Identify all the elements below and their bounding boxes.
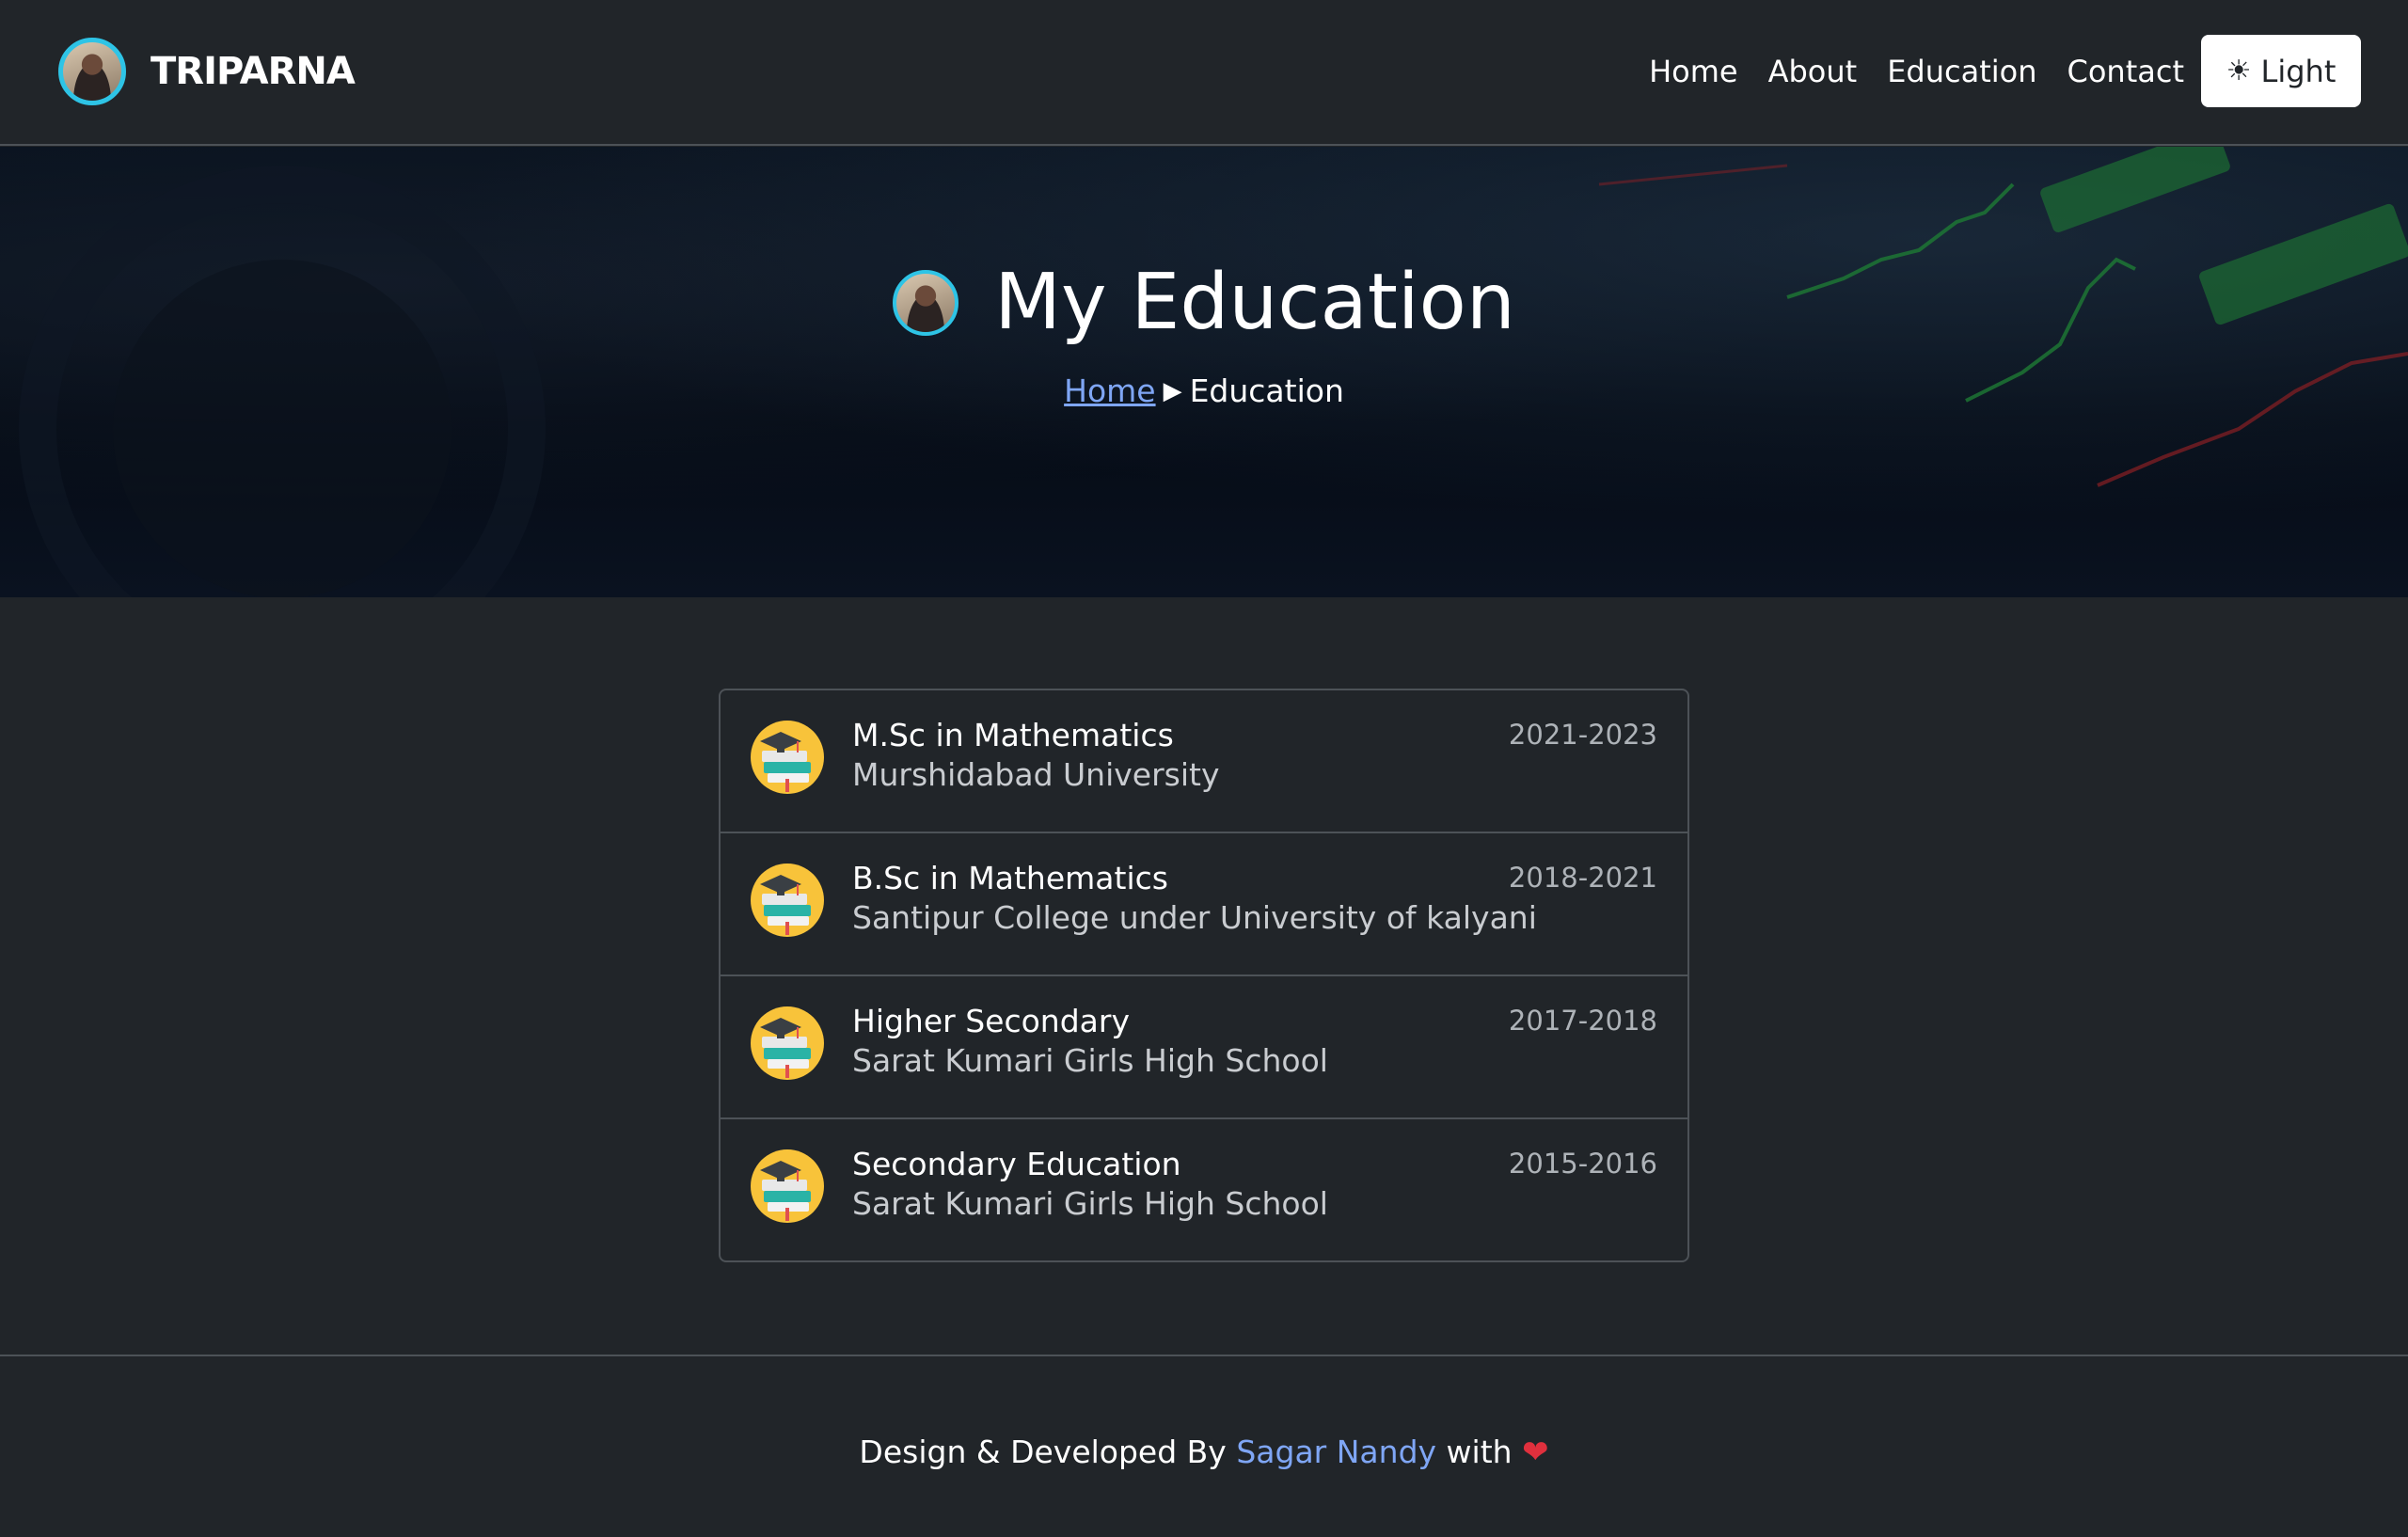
education-list: M.Sc in Mathematics Murshidabad Universi… [719,689,1689,1262]
school-name: Santipur College under University of kal… [852,899,1537,936]
breadcrumb-current: Education [1189,372,1344,409]
footer: Design & Developed By Sagar Nandy with ❤ [0,1355,2408,1537]
degree-title: M.Sc in Mathematics [852,717,1174,753]
brand-name: TRIPARNA [150,50,356,93]
nav-item-home[interactable]: Home [1649,36,1738,107]
year-range: 2017-2018 [1508,1005,1657,1037]
degree-title: B.Sc in Mathematics [852,860,1168,896]
list-item: Higher Secondary Sarat Kumari Girls High… [721,976,1687,1119]
school-name: Murshidabad University [852,756,1220,793]
footer-author-link[interactable]: Sagar Nandy [1236,1434,1436,1470]
hero-banner: My Education Home ▶ Education [0,147,2408,597]
brand-link[interactable]: TRIPARNA [58,38,356,105]
degree-title: Higher Secondary [852,1003,1130,1039]
school-name: Sarat Kumari Girls High School [852,1185,1328,1222]
breadcrumb: Home ▶ Education [0,372,2408,409]
breadcrumb-home-link[interactable]: Home [1064,372,1155,409]
hero-avatar [893,269,959,336]
graduation-books-icon [751,721,824,794]
theme-toggle-button[interactable]: ☀ Light [2201,35,2361,107]
nav-links: Home About Education Contact ☀ Light [1649,35,2361,107]
graduation-books-icon [751,1149,824,1223]
navbar: TRIPARNA Home About Education Contact ☀ … [0,0,2408,146]
nav-item-education[interactable]: Education [1887,36,2036,107]
year-range: 2018-2021 [1508,862,1657,894]
year-range: 2021-2023 [1508,719,1657,751]
footer-prefix: Design & Developed By [859,1434,1227,1470]
nav-item-about[interactable]: About [1768,36,1858,107]
heart-icon: ❤ [1522,1434,1549,1471]
school-name: Sarat Kumari Girls High School [852,1042,1328,1079]
avatar [58,38,126,105]
degree-title: Secondary Education [852,1146,1181,1182]
sun-icon: ☀ [2226,55,2252,87]
list-item: M.Sc in Mathematics Murshidabad Universi… [721,690,1687,833]
list-item: Secondary Education Sarat Kumari Girls H… [721,1119,1687,1260]
list-item: B.Sc in Mathematics Santipur College und… [721,833,1687,976]
footer-suffix: with [1446,1434,1513,1470]
footer-credit: Design & Developed By Sagar Nandy with ❤ [0,1434,2408,1471]
page-title: My Education [994,258,1515,347]
nav-item-contact[interactable]: Contact [2067,36,2185,107]
hero-title-row: My Education [0,258,2408,347]
graduation-books-icon [751,864,824,937]
year-range: 2015-2016 [1508,1148,1657,1180]
caret-right-icon: ▶ [1163,376,1182,405]
graduation-books-icon [751,1006,824,1080]
theme-toggle-label: Light [2260,53,2337,89]
